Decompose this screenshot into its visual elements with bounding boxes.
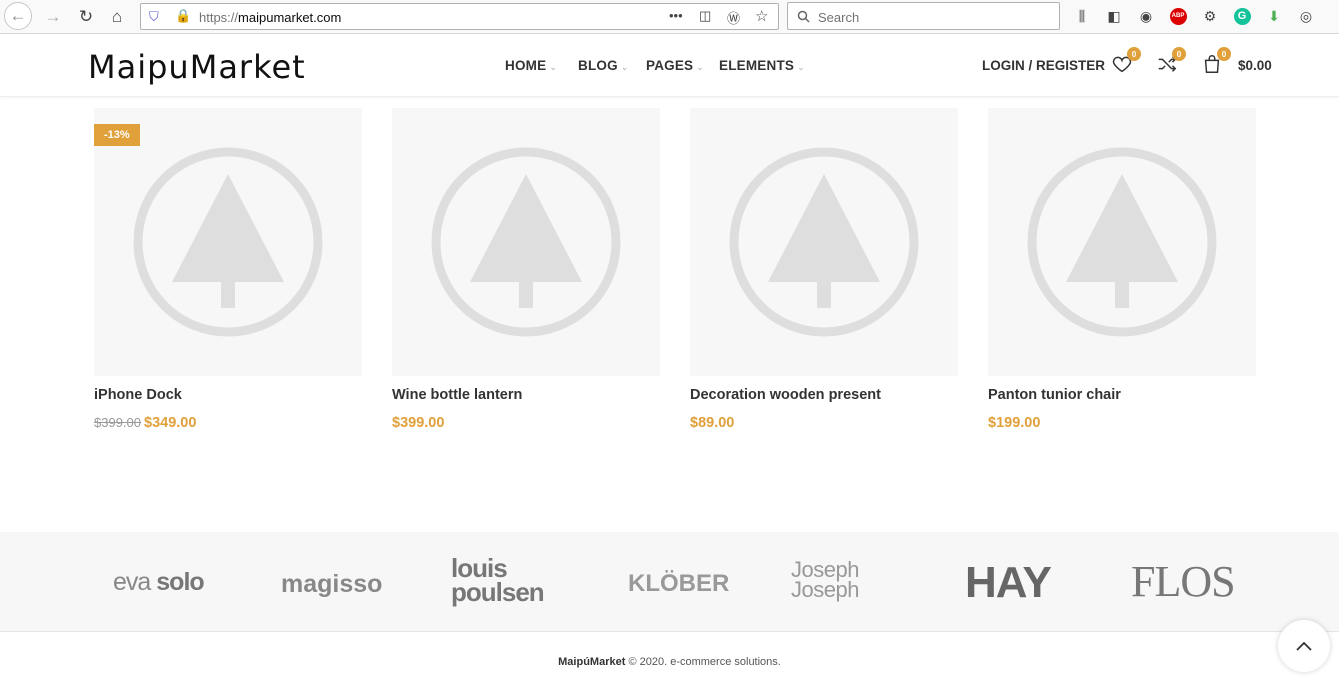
account-icon[interactable]: ◉	[1136, 6, 1156, 26]
placeholder-tree-icon	[431, 147, 621, 337]
browser-toolbar: ← → ↻ ⌂ ⛉ 🔒 https://maipumarket.com ••• …	[0, 0, 1339, 34]
scroll-to-top-button[interactable]	[1278, 620, 1330, 672]
wishlist-button[interactable]: 0	[1111, 47, 1141, 77]
brand-eva: eva	[113, 568, 151, 596]
brand-solo: solo	[156, 568, 204, 596]
placeholder-tree-icon	[1027, 147, 1217, 337]
product-image[interactable]: -13%	[94, 108, 362, 376]
grammarly-icon[interactable]: G	[1232, 6, 1252, 26]
product-card[interactable]: Decoration wooden present $89.00	[690, 108, 958, 431]
brand-logo-eva-solo[interactable]: eva solo	[113, 568, 205, 597]
product-price: $399.00 $349.00	[94, 415, 362, 431]
chevron-down-icon: ⌄	[696, 62, 705, 72]
brand-logo-magisso[interactable]: magisso	[281, 570, 382, 599]
site-header: MaipuMarket HOME ⌄ BLOG ⌄ PAGES ⌄ ELEMENTS ⌄…	[0, 35, 1339, 97]
product-card[interactable]: Panton tunior chair $199.00	[988, 108, 1256, 431]
nav-blog-label: BLOG	[578, 58, 618, 73]
product-price: $199.00	[988, 415, 1041, 431]
bookmark-star-icon[interactable]: ☆	[755, 7, 768, 25]
back-arrow-icon[interactable]: ←	[4, 2, 32, 30]
chevron-down-icon: ⌄	[549, 62, 558, 72]
product-price: $89.00	[690, 415, 735, 431]
browser-search-field[interactable]: Search	[787, 2, 1060, 30]
product-image[interactable]	[690, 108, 958, 376]
reload-icon[interactable]: ↻	[73, 4, 99, 30]
download-icon[interactable]: ⬇	[1264, 6, 1284, 26]
extension-icon[interactable]: ◎	[1296, 6, 1316, 26]
placeholder-tree-icon	[729, 147, 919, 337]
brand-logo-louis-poulsen[interactable]: louis poulsen	[451, 555, 545, 607]
footer-brand: MaipúMarket	[558, 656, 626, 668]
login-register-link[interactable]: LOGIN / REGISTER	[982, 58, 1105, 73]
wishlist-count-badge: 0	[1127, 47, 1141, 61]
url-bar[interactable]: ⛉ 🔒 https://maipumarket.com ••• ◫ Ⓦ ☆	[140, 3, 779, 30]
extension-gear-icon[interactable]: ⚙	[1200, 6, 1220, 26]
footer-copyright-text: © 2020. e-commerce solutions.	[628, 656, 781, 668]
brand-poulsen: poulsen	[451, 577, 545, 607]
cart-count-badge: 0	[1217, 47, 1231, 61]
adblock-icon[interactable]: ABP	[1168, 6, 1188, 26]
brands-carousel: eva solo magisso louis poulsen KLÖBER Jos…	[0, 532, 1339, 632]
library-icon[interactable]: ⫼	[1072, 6, 1092, 26]
home-icon[interactable]: ⌂	[104, 4, 130, 30]
product-name[interactable]: Panton tunior chair	[988, 387, 1256, 403]
chevron-down-icon: ⌄	[797, 62, 805, 72]
sale-badge: -13%	[94, 124, 140, 146]
product-image[interactable]	[392, 108, 660, 376]
brand-logo-flos[interactable]: FLOS	[1131, 556, 1236, 607]
brand-joseph-2: Joseph	[791, 577, 859, 602]
product-name[interactable]: iPhone Dock	[94, 387, 362, 403]
brand-logo-hay[interactable]: HAY	[965, 558, 1052, 608]
nav-elements[interactable]: ELEMENTS ⌄	[719, 58, 805, 73]
url-text: https://maipumarket.com	[199, 10, 341, 25]
brand-logo-klober[interactable]: KLÖBER	[628, 570, 729, 598]
product-name[interactable]: Decoration wooden present	[690, 387, 958, 403]
product-name[interactable]: Wine bottle lantern	[392, 387, 660, 403]
url-protocol: https://	[199, 10, 239, 25]
placeholder-tree-icon	[133, 147, 323, 337]
search-icon	[797, 10, 810, 23]
brand-logo-joseph-joseph[interactable]: Joseph Joseph	[791, 559, 859, 602]
product-image[interactable]	[988, 108, 1256, 376]
url-host: maipumarket.com	[238, 10, 342, 25]
insecure-lock-icon[interactable]: 🔒	[175, 8, 191, 24]
old-price: $399.00	[94, 415, 141, 430]
sale-price: $349.00	[144, 415, 197, 431]
product-card[interactable]: -13% iPhone Dock $399.00 $349.00	[94, 108, 362, 431]
footer-copyright: MaipúMarket © 2020. e-commerce solutions…	[0, 656, 1339, 668]
search-placeholder: Search	[818, 10, 860, 25]
nav-pages[interactable]: PAGES ⌄	[646, 58, 704, 73]
nav-pages-label: PAGES	[646, 58, 694, 73]
nav-blog[interactable]: BLOG ⌄	[578, 58, 629, 73]
sidebar-icon[interactable]: ◧	[1104, 6, 1124, 26]
nav-home[interactable]: HOME ⌄	[505, 58, 557, 73]
compare-button[interactable]: 0	[1156, 47, 1186, 77]
nav-home-label: HOME	[505, 58, 547, 73]
chevron-up-icon	[1296, 641, 1312, 651]
product-price: $399.00	[392, 415, 445, 431]
site-logo[interactable]: MaipuMarket	[88, 48, 306, 86]
chevron-down-icon: ⌄	[620, 62, 629, 72]
product-card[interactable]: Wine bottle lantern $399.00	[392, 108, 660, 431]
cart-total[interactable]: $0.00	[1238, 58, 1272, 73]
nav-elements-label: ELEMENTS	[719, 58, 795, 73]
wordpress-icon[interactable]: Ⓦ	[727, 8, 740, 27]
pocket-icon[interactable]: ◫	[699, 8, 711, 24]
cart-button[interactable]: 0	[1201, 47, 1231, 77]
page-actions-icon[interactable]: •••	[669, 8, 683, 23]
forward-arrow-icon[interactable]: →	[40, 4, 66, 30]
compare-count-badge: 0	[1172, 47, 1186, 61]
tracking-shield-icon[interactable]: ⛉	[149, 9, 159, 25]
